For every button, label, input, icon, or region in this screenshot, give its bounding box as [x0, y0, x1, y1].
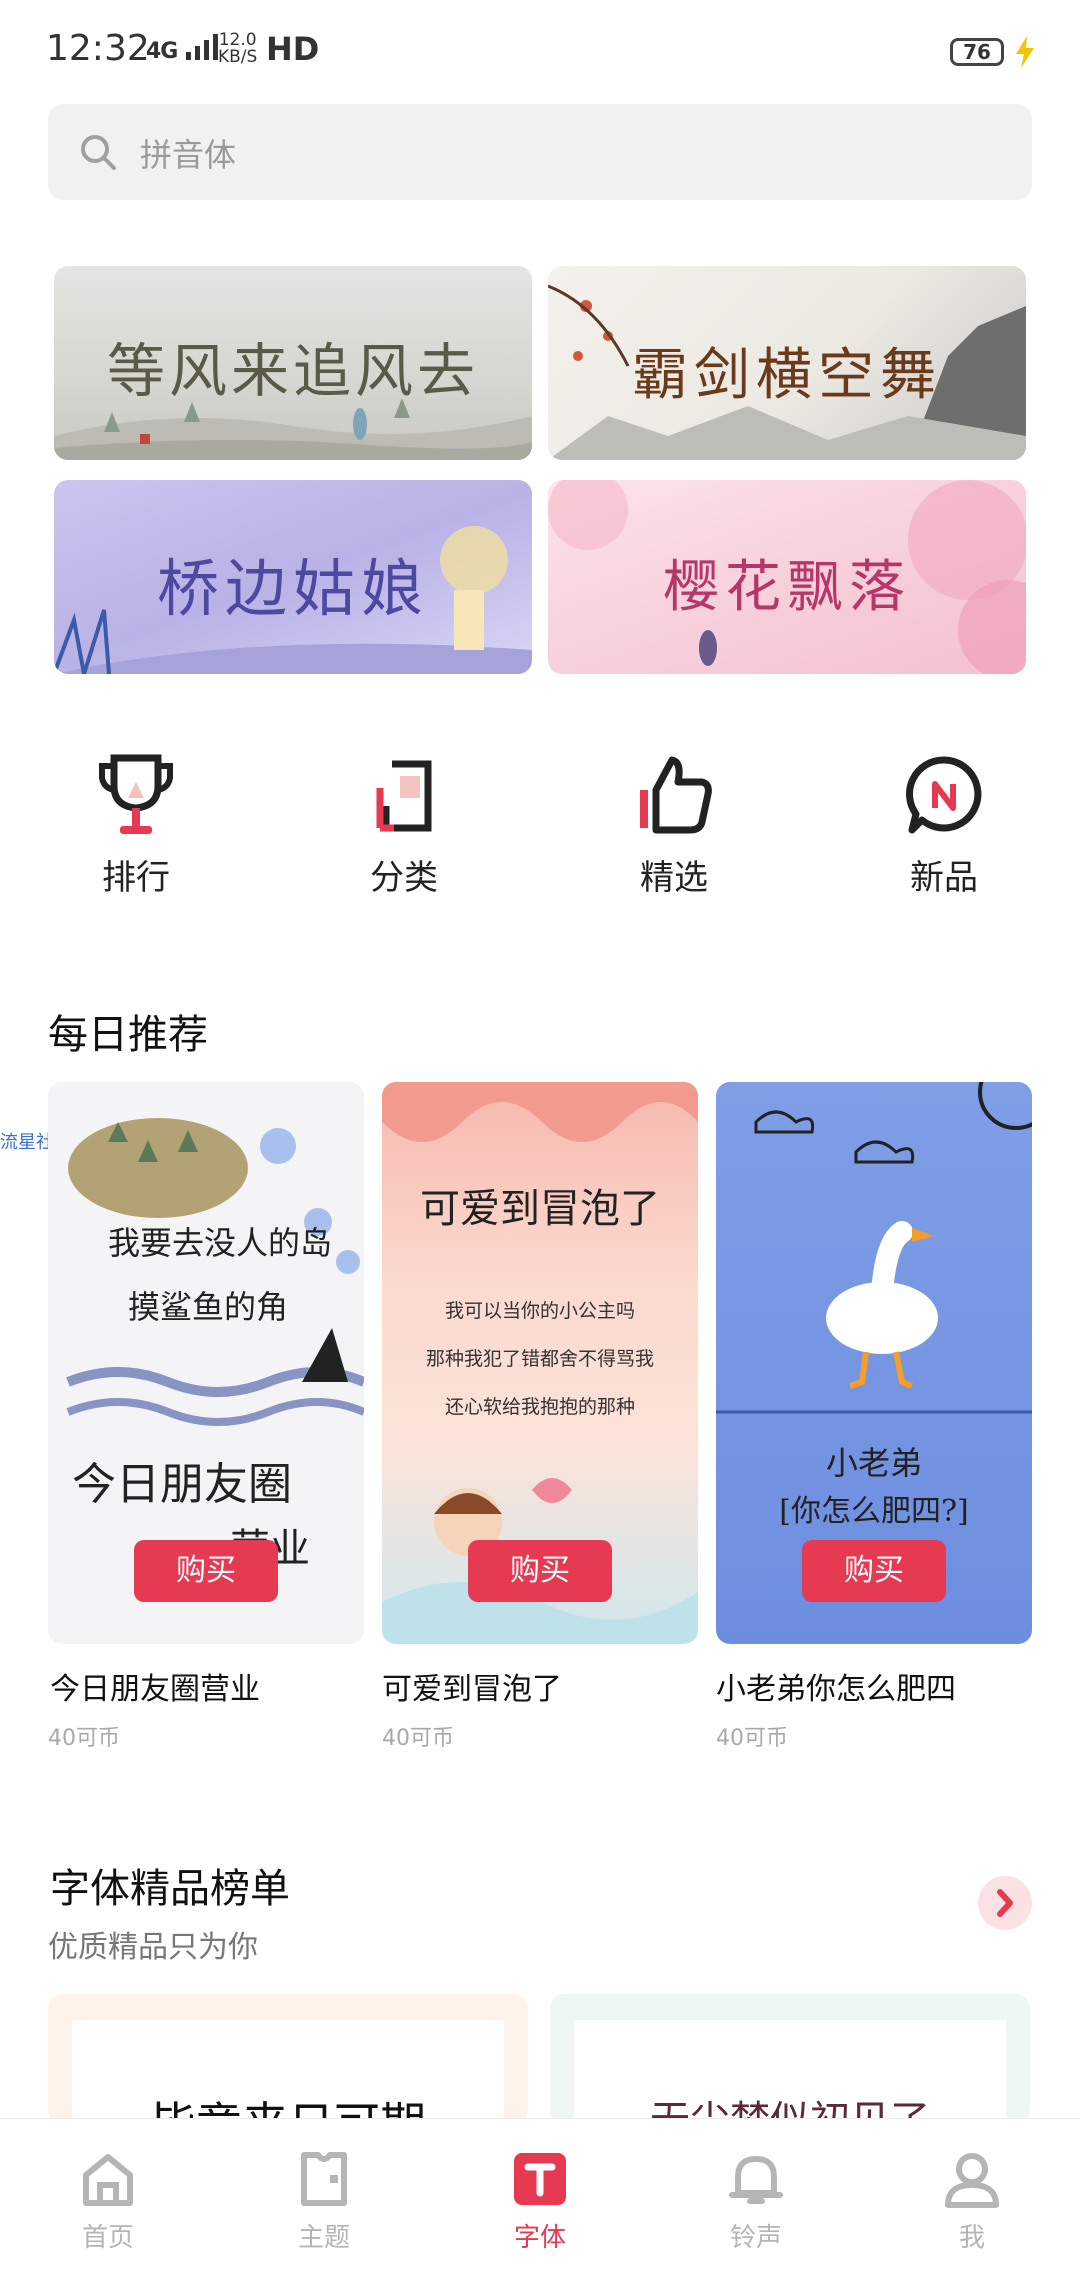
banner-title: 樱花飘落 — [663, 555, 911, 620]
quick-entry-featured[interactable]: 精选 — [594, 752, 754, 899]
card-art-text: 还心软给我抱抱的那种 — [444, 1396, 635, 1418]
banner-font-1[interactable]: 等风来追风去 — [54, 266, 532, 460]
banner-title: 桥边姑娘 — [156, 552, 429, 625]
quick-entry-new[interactable]: 新品 — [864, 752, 1024, 899]
bottom-nav: 首页 主题 字体 铃声 我 — [0, 2118, 1080, 2281]
font-card-name[interactable]: 今日朋友圈营业 — [50, 1664, 260, 1708]
nav-label: 字体 — [513, 2223, 566, 2253]
buy-button[interactable]: 购买 — [468, 1540, 612, 1602]
chevron-right-icon — [997, 1889, 1013, 1917]
trophy-icon — [99, 754, 173, 834]
signal-icon — [186, 34, 219, 60]
battery-level: 76 — [963, 40, 991, 64]
font-card[interactable]: 我要去没人的岛 摸鲨鱼的角 今日朋友圈 营业 购买 — [48, 1082, 364, 1644]
ranking-preview-card[interactable]: 毕竟来日可期 — [48, 1994, 528, 2124]
nav-ringtone[interactable]: 铃声 — [686, 2149, 826, 2254]
ranking-section-title: 字体精品榜单 — [50, 1866, 290, 1912]
network-indicator: 4G — [146, 34, 220, 64]
nav-theme[interactable]: 主题 — [254, 2149, 394, 2254]
card-art-text: 我可以当你的小公主吗 — [444, 1300, 635, 1322]
network-speed: 12.0 KB/S — [218, 32, 257, 66]
font-card[interactable]: 小老弟 [你怎么肥四?] 购买 — [716, 1082, 1032, 1644]
battery-icon: 76 — [950, 38, 1004, 66]
home-icon — [83, 2154, 133, 2206]
banner-title: 霸剑横空舞 — [632, 343, 942, 408]
preview-paper: 无尘梦似初见了 — [574, 2020, 1006, 2124]
status-time: 12:32 — [46, 28, 150, 69]
card-art-text: 今日朋友圈 — [72, 1459, 292, 1510]
banner-font-3[interactable]: 桥边姑娘 — [54, 480, 532, 674]
preview-paper: 毕竟来日可期 — [72, 2020, 504, 2124]
theme-icon — [301, 2152, 347, 2206]
ranking-preview-card[interactable]: 无尘梦似初见了 — [550, 1994, 1030, 2124]
nav-label: 主题 — [297, 2223, 350, 2253]
card-art-text: 小老弟 — [825, 1444, 922, 1482]
network-speed-unit: KB/S — [218, 47, 258, 67]
nav-font[interactable]: 字体 — [470, 2149, 610, 2254]
network-type: 4G — [146, 39, 178, 64]
new-badge-icon — [906, 756, 982, 834]
font-card-name[interactable]: 小老弟你怎么肥四 — [716, 1664, 956, 1708]
card-art-text: 可爱到冒泡了 — [420, 1186, 660, 1232]
profile-icon — [945, 2153, 999, 2208]
daily-section-title: 每日推荐 — [48, 1012, 208, 1058]
buy-button[interactable]: 购买 — [802, 1540, 946, 1602]
card-art-text: 摸鲨鱼的角 — [128, 1288, 289, 1326]
quick-entry-label: 精选 — [640, 858, 708, 898]
nav-label: 我 — [958, 2223, 985, 2253]
quick-entry-label: 排行 — [102, 858, 170, 898]
card-art-text: 那种我犯了错都舍不得骂我 — [425, 1348, 654, 1370]
font-card-price: 40可币 — [716, 1726, 788, 1751]
buy-button[interactable]: 购买 — [134, 1540, 278, 1602]
font-card-price: 40可币 — [48, 1726, 120, 1751]
quick-entry-label: 分类 — [370, 858, 438, 898]
banner-font-4[interactable]: 樱花飘落 — [548, 480, 1026, 674]
category-icon — [376, 760, 432, 832]
banner-title: 等风来追风去 — [106, 337, 479, 405]
search-bar[interactable]: 拼音体 — [48, 104, 1032, 200]
nav-label: 铃声 — [729, 2223, 782, 2253]
status-bar: 12:32 4G 12.0 KB/S HD 76 — [0, 0, 1080, 100]
font-icon — [514, 2153, 566, 2205]
nav-label: 首页 — [81, 2223, 134, 2253]
ranking-section-subtitle: 优质精品只为你 — [48, 1930, 258, 1965]
quick-entry-ranking[interactable]: 排行 — [56, 752, 216, 899]
nav-home[interactable]: 首页 — [38, 2149, 178, 2254]
nav-profile[interactable]: 我 — [902, 2149, 1042, 2254]
charging-icon — [1016, 36, 1034, 68]
ranking-more-button[interactable] — [978, 1876, 1032, 1930]
search-placeholder: 拼音体 — [140, 136, 237, 174]
hd-indicator: HD — [266, 30, 320, 68]
thumbs-up-icon — [640, 756, 712, 834]
quick-entry-label: 新品 — [910, 858, 978, 898]
font-card-name[interactable]: 可爱到冒泡了 — [382, 1664, 562, 1708]
banner-font-2[interactable]: 霸剑横空舞 — [548, 266, 1026, 460]
font-card[interactable]: 可爱到冒泡了 我可以当你的小公主吗 那种我犯了错都舍不得骂我 还心软给我抱抱的那… — [382, 1082, 698, 1644]
search-icon — [81, 135, 116, 170]
bell-icon — [729, 2156, 783, 2204]
card-art-text: [你怎么肥四?] — [779, 1494, 969, 1529]
font-card-price: 40可币 — [382, 1726, 454, 1751]
card-art-text: 我要去没人的岛 — [108, 1224, 333, 1262]
quick-entry-category[interactable]: 分类 — [324, 752, 484, 899]
